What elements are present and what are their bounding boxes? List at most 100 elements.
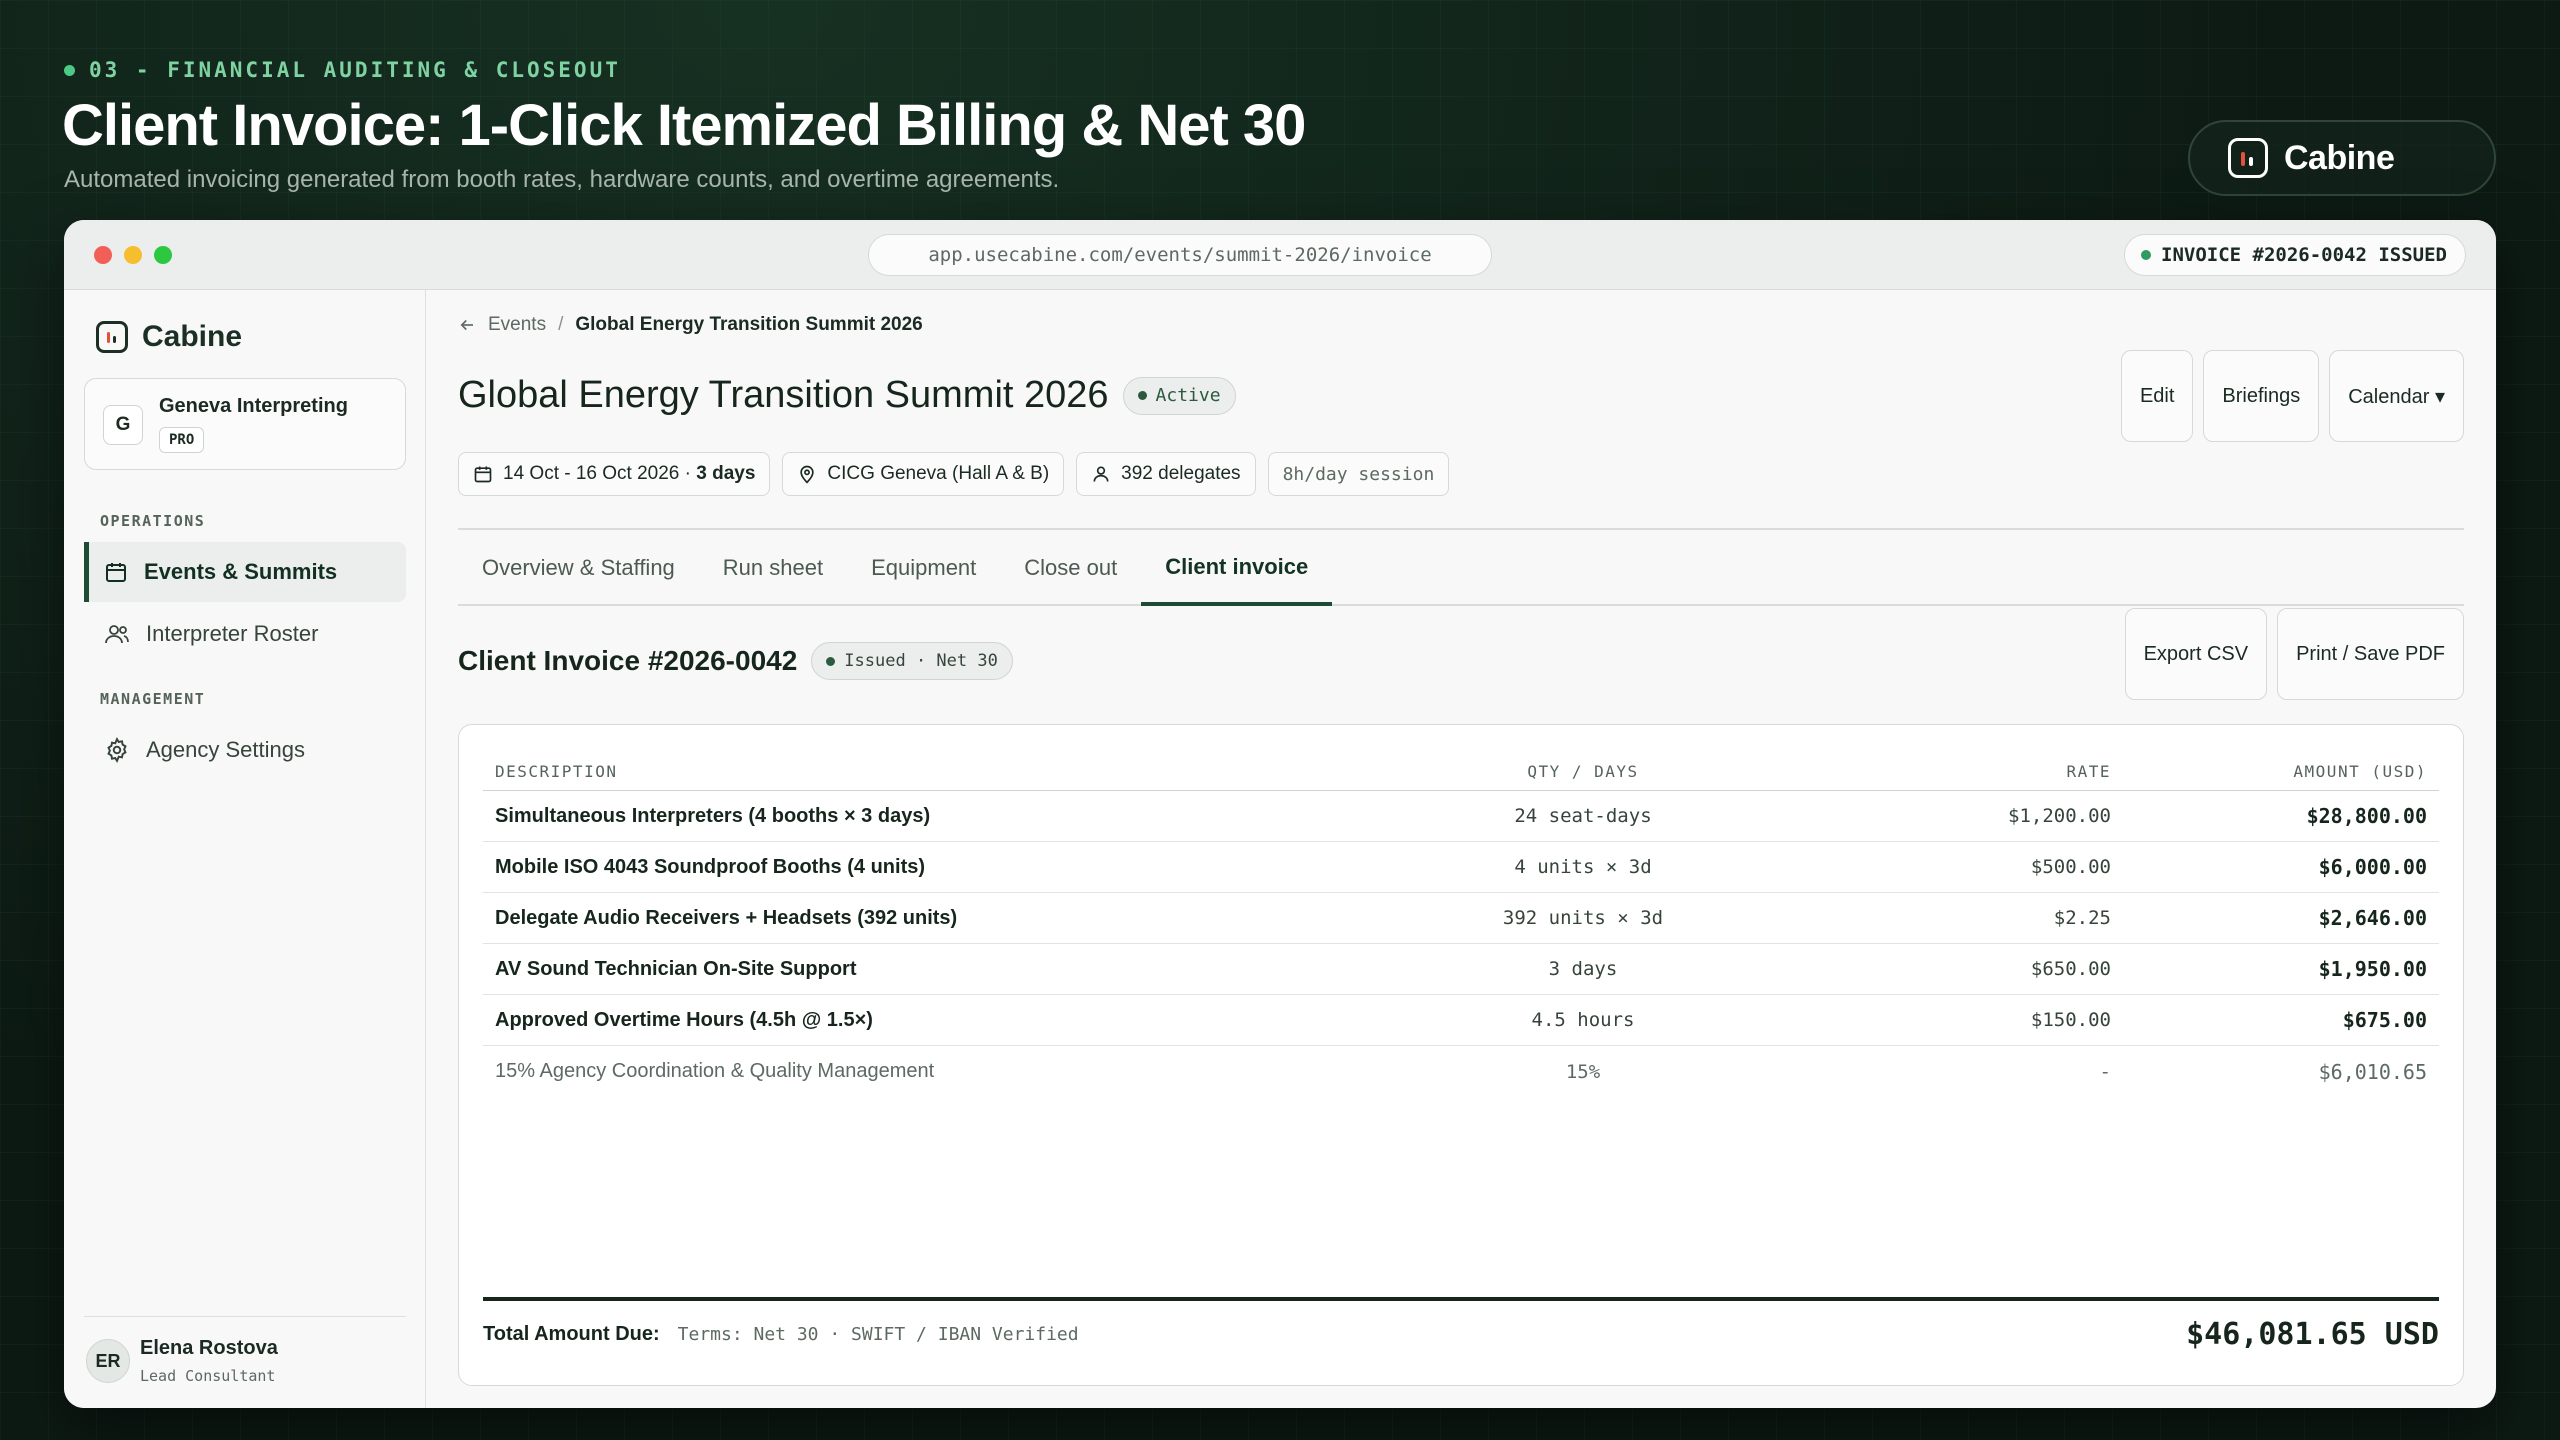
invoice-total: Total Amount Due: Terms: Net 30 · SWIFT … [483, 1297, 2439, 1367]
section-label-operations: OPERATIONS [100, 512, 206, 530]
sidebar-item-settings[interactable]: Agency Settings [84, 720, 406, 780]
breadcrumb: Events / Global Energy Transition Summit… [458, 314, 923, 336]
users-icon [105, 625, 129, 644]
window-controls [94, 246, 172, 264]
tab-run-sheet[interactable]: Run sheet [699, 532, 847, 604]
brand-pill: Cabine [2188, 120, 2496, 196]
briefings-button[interactable]: Briefings [2203, 350, 2320, 442]
section-eyebrow: 03 - FINANCIAL AUDITING & CLOSEOUT [64, 58, 621, 82]
hero-subtitle: Automated invoicing generated from booth… [64, 166, 1060, 193]
sidebar-item-roster[interactable]: Interpreter Roster [84, 604, 406, 664]
line-rate: $500.00 [2030, 856, 2111, 878]
page-title: Global Energy Transition Summit 2026 [458, 374, 1109, 416]
date-chip: 14 Oct - 16 Oct 2026 · 3 days [458, 452, 771, 496]
org-avatar: G [103, 405, 143, 445]
fee-qty: 15% [1565, 1060, 1601, 1083]
column-header-rate: RATE [2066, 762, 2111, 781]
invoice-status-label: Issued · Net 30 [844, 651, 998, 671]
line-amount: $675.00 [2342, 1008, 2427, 1032]
calendar-icon [106, 563, 126, 582]
line-qty: 4 units × 3d [1514, 856, 1652, 878]
delegates-chip: 392 delegates [1076, 452, 1256, 496]
breadcrumb-events-link[interactable]: Events [488, 314, 546, 336]
line-rate: $650.00 [2030, 958, 2111, 980]
line-amount: $1,950.00 [2318, 957, 2427, 981]
line-description: AV Sound Technician On-Site Support [495, 957, 857, 980]
close-window-button[interactable] [94, 246, 112, 264]
invoice-header: Client Invoice #2026-0042 Issued · Net 3… [458, 642, 1013, 680]
eyebrow-dot [64, 64, 75, 76]
eyebrow-text: 03 - FINANCIAL AUDITING & CLOSEOUT [89, 58, 621, 82]
sidebar-item-label: Events & Summits [144, 559, 338, 584]
fee-rate: - [2099, 1060, 2111, 1083]
sidebar-item-label: Interpreter Roster [146, 621, 319, 646]
line-description: Mobile ISO 4043 Soundproof Booths (4 uni… [495, 855, 926, 878]
sidebar-brand[interactable]: Cabine [96, 320, 242, 354]
event-meta: 14 Oct - 16 Oct 2026 · 3 days CICG Genev… [458, 452, 1450, 496]
column-header-description: DESCRIPTION [495, 762, 618, 781]
tab-close-out[interactable]: Close out [1000, 532, 1141, 604]
page-title-row: Global Energy Transition Summit 2026 Act… [458, 374, 1236, 417]
tab-overview[interactable]: Overview & Staffing [458, 532, 699, 604]
sidebar-brand-name: Cabine [142, 320, 243, 353]
line-rate: $2.25 [2053, 907, 2111, 929]
session-chip: 8h/day session [1267, 452, 1450, 496]
gear-icon [107, 737, 127, 763]
address-bar[interactable]: app.usecabine.com/events/summit-2026/inv… [868, 234, 1492, 276]
total-amount: $46,081.65 USD [2186, 1316, 2439, 1352]
tab-bar: Overview & Staffing Run sheet Equipment … [458, 532, 2464, 606]
line-qty: 3 days [1548, 958, 1618, 980]
table-row: AV Sound Technician On-Site Support 3 da… [483, 944, 2439, 995]
line-description: Approved Overtime Hours (4.5h @ 1.5×) [495, 1008, 873, 1031]
status-dot [1137, 391, 1147, 400]
invoice-status-pill: Issued · Net 30 [811, 642, 1013, 680]
column-header-qty: QTY / DAYS [1527, 762, 1639, 781]
avatar: ER [86, 1339, 130, 1383]
print-pdf-button[interactable]: Print / Save PDF [2277, 608, 2464, 700]
calendar-dropdown-button[interactable]: Calendar ▾ [2329, 350, 2464, 442]
maximize-window-button[interactable] [154, 246, 172, 264]
user-profile[interactable]: ER Elena Rostova Lead Consultant [84, 1316, 406, 1396]
table-row: Simultaneous Interpreters (4 booths × 3 … [483, 791, 2439, 842]
org-switcher[interactable]: G Geneva Interpreting PRO [84, 378, 406, 470]
tab-equipment[interactable]: Equipment [847, 532, 1000, 604]
user-name: Elena Rostova [140, 1337, 278, 1359]
line-rate: $1,200.00 [2008, 805, 2111, 827]
sidebar-item-events[interactable]: Events & Summits [84, 542, 406, 602]
user-icon [1093, 466, 1109, 482]
table-row: Mobile ISO 4043 Soundproof Booths (4 uni… [483, 842, 2439, 893]
export-csv-button[interactable]: Export CSV [2124, 608, 2268, 700]
divider [458, 528, 2464, 530]
tab-client-invoice[interactable]: Client invoice [1141, 532, 1333, 606]
minimize-window-button[interactable] [124, 246, 142, 264]
browser-chrome: app.usecabine.com/events/summit-2026/inv… [64, 220, 2496, 290]
cabine-logo-icon [2228, 138, 2268, 178]
total-label: Total Amount Due: [483, 1322, 660, 1345]
duration: 3 days [696, 463, 756, 484]
fee-description: 15% Agency Coordination & Quality Manage… [495, 1060, 935, 1082]
invoice-card: DESCRIPTION QTY / DAYS RATE AMOUNT (USD)… [458, 724, 2464, 1386]
table-row: Delegate Audio Receivers + Headsets (392… [483, 893, 2439, 944]
line-amount: $6,000.00 [2318, 855, 2427, 879]
column-header-amount: AMOUNT (USD) [2293, 762, 2427, 781]
arrow-left-icon[interactable] [458, 316, 476, 334]
venue: CICG Geneva (Hall A & B) [827, 463, 1050, 484]
line-qty: 4.5 hours [1531, 1009, 1635, 1031]
breadcrumb-separator: / [558, 314, 564, 335]
hero-title: Client Invoice: 1-Click Itemized Billing… [62, 93, 1306, 158]
status-text: Active [1155, 385, 1221, 406]
table-row-fee: 15% Agency Coordination & Quality Manage… [483, 1046, 2439, 1097]
invoice-status-text: INVOICE #2026-0042 ISSUED [2161, 244, 2447, 266]
cabine-logo-icon [96, 321, 128, 353]
table-row: Approved Overtime Hours (4.5h @ 1.5×) 4.… [483, 995, 2439, 1046]
edit-button[interactable]: Edit [2120, 350, 2194, 442]
payment-terms: Terms: Net 30 · SWIFT / IBAN Verified [677, 1323, 1079, 1345]
status-dot [2141, 250, 2152, 260]
line-qty: 24 seat-days [1514, 805, 1652, 827]
fee-amount: $6,010.65 [2318, 1059, 2427, 1084]
invoice-title: Client Invoice #2026-0042 [458, 645, 798, 676]
calendar-icon [474, 466, 492, 483]
sidebar: Cabine G Geneva Interpreting PRO OPERATI… [64, 290, 426, 1408]
invoice-table: DESCRIPTION QTY / DAYS RATE AMOUNT (USD)… [483, 753, 2439, 1097]
line-description: Simultaneous Interpreters (4 booths × 3 … [495, 804, 931, 827]
